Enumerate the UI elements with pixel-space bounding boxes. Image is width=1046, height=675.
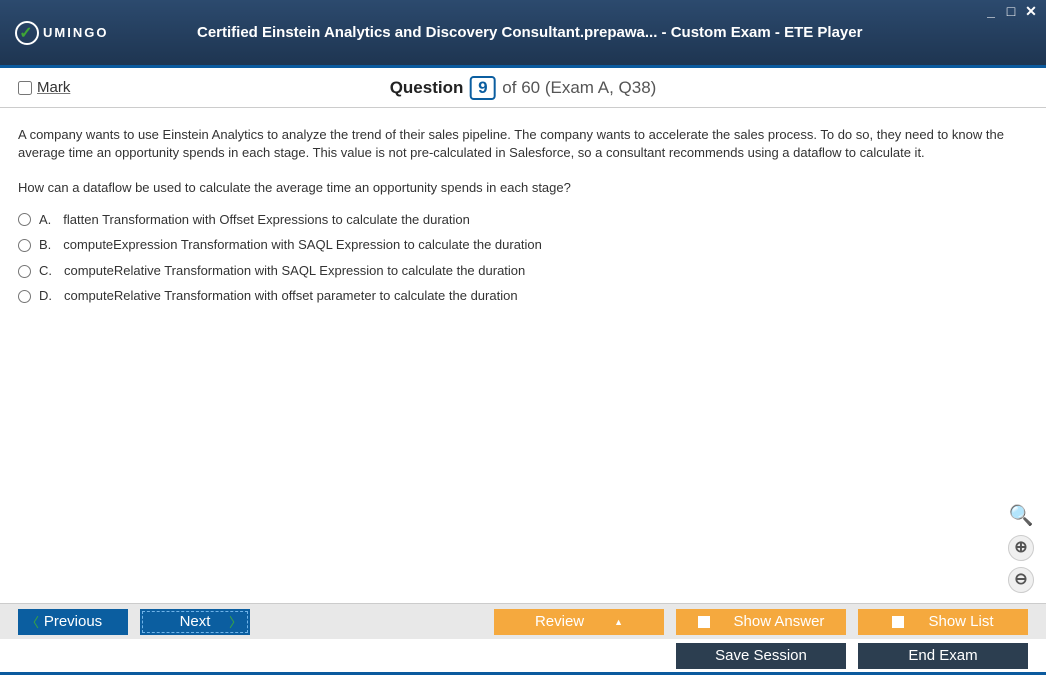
show-answer-button[interactable]: Show Answer [676,609,846,635]
option-c[interactable]: C. computeRelative Transformation with S… [18,262,1028,280]
chevron-left-icon: 〈 [26,612,39,631]
previous-button[interactable]: 〈 Previous [18,609,128,635]
option-letter: C. [39,262,52,280]
mark-label: Mark [37,79,70,96]
question-suffix: of 60 (Exam A, Q38) [502,78,656,97]
save-session-label: Save Session [715,647,807,664]
show-answer-label: Show Answer [734,613,825,630]
option-radio[interactable] [18,239,31,252]
show-answer-checkbox[interactable] [698,616,710,628]
zoom-in-icon[interactable]: ⊕ [1008,535,1034,561]
option-d[interactable]: D. computeRelative Transformation with o… [18,287,1028,305]
review-button[interactable]: Review [494,609,664,635]
option-letter: D. [39,287,52,305]
question-number[interactable]: 9 [470,76,495,100]
options-list: A. flatten Transformation with Offset Ex… [18,211,1028,305]
question-content: A company wants to use Einstein Analytic… [0,108,1046,603]
next-button[interactable]: Next 〉 [140,609,250,635]
nav-button-bar: 〈 Previous Next 〉 Review Show Answer Sho… [0,603,1046,639]
end-exam-label: End Exam [908,647,977,664]
chevron-right-icon: 〉 [229,612,242,631]
previous-label: Previous [44,613,102,630]
option-radio[interactable] [18,213,31,226]
option-text: computeRelative Transformation with offs… [64,287,518,305]
zoom-controls: 🔍 ⊕ ⊖ [1008,503,1034,593]
minimize-icon[interactable]: _ [984,4,998,18]
option-a[interactable]: A. flatten Transformation with Offset Ex… [18,211,1028,229]
question-prompt: How can a dataflow be used to calculate … [18,179,1028,197]
logo-text: UMINGO [43,25,108,40]
review-label: Review [535,613,584,630]
logo-check-icon: ✓ [15,21,39,45]
show-list-checkbox[interactable] [892,616,904,628]
option-text: flatten Transformation with Offset Expre… [63,211,470,229]
option-radio[interactable] [18,265,31,278]
mark-checkbox-container[interactable]: Mark [18,79,70,96]
save-session-button[interactable]: Save Session [676,643,846,669]
option-letter: B. [39,236,51,254]
app-logo: ✓ UMINGO [15,21,108,45]
question-label: Question [390,78,464,97]
option-text: computeRelative Transformation with SAQL… [64,262,525,280]
option-text: computeExpression Transformation with SA… [63,236,542,254]
question-body: A company wants to use Einstein Analytic… [18,126,1028,161]
question-indicator: Question 9 of 60 (Exam A, Q38) [390,76,657,100]
option-b[interactable]: B. computeExpression Transformation with… [18,236,1028,254]
window-controls: _ □ ✕ [984,4,1038,18]
maximize-icon[interactable]: □ [1004,4,1018,18]
session-button-bar: Save Session End Exam [0,639,1046,675]
title-bar: _ □ ✕ ✓ UMINGO Certified Einstein Analyt… [0,0,1046,68]
option-radio[interactable] [18,290,31,303]
question-header-bar: Mark Question 9 of 60 (Exam A, Q38) [0,68,1046,108]
show-list-button[interactable]: Show List [858,609,1028,635]
mark-checkbox[interactable] [18,81,32,95]
end-exam-button[interactable]: End Exam [858,643,1028,669]
close-icon[interactable]: ✕ [1024,4,1038,18]
show-list-label: Show List [928,613,993,630]
search-icon[interactable]: 🔍 [1008,503,1034,529]
option-letter: A. [39,211,51,229]
window-title: Certified Einstein Analytics and Discove… [148,24,911,41]
next-label: Next [180,613,211,630]
zoom-out-icon[interactable]: ⊖ [1008,567,1034,593]
